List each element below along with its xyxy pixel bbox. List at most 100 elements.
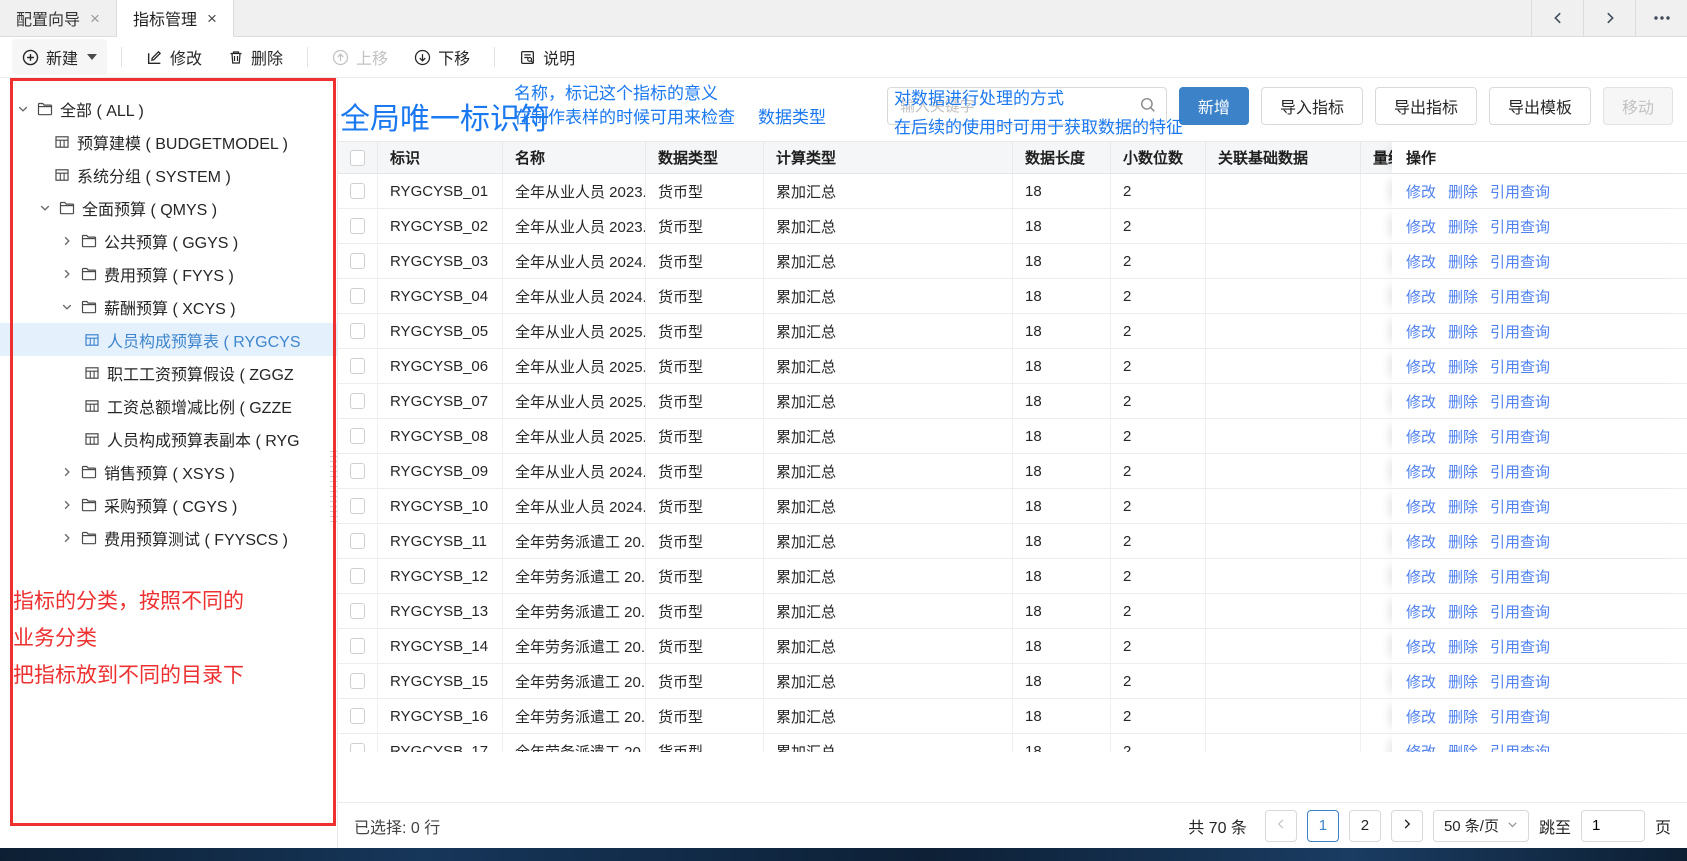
- row-checkbox[interactable]: [350, 183, 365, 199]
- reference-query-link[interactable]: 引用查询: [1490, 531, 1550, 552]
- row-checkbox[interactable]: [350, 253, 365, 269]
- modify-link[interactable]: 修改: [1406, 531, 1436, 552]
- delete-link[interactable]: 删除: [1448, 251, 1478, 272]
- chevron-down-icon[interactable]: [38, 202, 52, 214]
- modify-link[interactable]: 修改: [1406, 636, 1436, 657]
- chevron-down-icon[interactable]: [60, 301, 74, 313]
- row-checkbox[interactable]: [350, 393, 365, 409]
- modify-link[interactable]: 修改: [1406, 426, 1436, 447]
- reference-query-link[interactable]: 引用查询: [1490, 426, 1550, 447]
- delete-link[interactable]: 删除: [1448, 601, 1478, 622]
- modify-link[interactable]: 修改: [1406, 566, 1436, 587]
- tree-item[interactable]: 预算建模 ( BUDGETMODEL ): [0, 125, 337, 158]
- tab-indicator-management[interactable]: 指标管理 ×: [117, 0, 234, 37]
- delete-link[interactable]: 删除: [1448, 496, 1478, 517]
- tree-item[interactable]: 采购预算 ( CGYS ): [0, 488, 337, 521]
- row-checkbox[interactable]: [350, 568, 365, 584]
- tab-config-wizard[interactable]: 配置向导 ×: [0, 0, 117, 36]
- delete-link[interactable]: 删除: [1448, 321, 1478, 342]
- row-checkbox[interactable]: [350, 603, 365, 619]
- chevron-right-icon[interactable]: [60, 532, 74, 544]
- jump-page-input[interactable]: [1581, 810, 1645, 842]
- delete-link[interactable]: 删除: [1448, 426, 1478, 447]
- tree-item[interactable]: 系统分组 ( SYSTEM ): [0, 158, 337, 191]
- tab-scroll-left-button[interactable]: [1531, 0, 1583, 36]
- delete-link[interactable]: 删除: [1448, 636, 1478, 657]
- row-checkbox[interactable]: [350, 743, 365, 752]
- tree-item[interactable]: 人员构成预算表 ( RYGCYS: [0, 323, 337, 356]
- row-checkbox[interactable]: [350, 323, 365, 339]
- tree-item[interactable]: 工资总额增减比例 ( GZZE: [0, 389, 337, 422]
- modify-link[interactable]: 修改: [1406, 461, 1436, 482]
- modify-link[interactable]: 修改: [1406, 321, 1436, 342]
- chevron-right-icon[interactable]: [60, 268, 74, 280]
- tree-item[interactable]: 销售预算 ( XSYS ): [0, 455, 337, 488]
- row-checkbox[interactable]: [350, 673, 365, 689]
- delete-link[interactable]: 删除: [1448, 286, 1478, 307]
- modify-button[interactable]: 修改: [136, 39, 212, 75]
- modify-link[interactable]: 修改: [1406, 356, 1436, 377]
- modify-link[interactable]: 修改: [1406, 706, 1436, 727]
- move-button[interactable]: 移动: [1603, 87, 1673, 125]
- reference-query-link[interactable]: 引用查询: [1490, 356, 1550, 377]
- select-all-checkbox[interactable]: [350, 150, 365, 166]
- move-up-button[interactable]: 上移: [322, 39, 398, 75]
- row-checkbox[interactable]: [350, 288, 365, 304]
- delete-link[interactable]: 删除: [1448, 566, 1478, 587]
- delete-link[interactable]: 删除: [1448, 461, 1478, 482]
- search-input[interactable]: [887, 87, 1167, 125]
- modify-link[interactable]: 修改: [1406, 286, 1436, 307]
- tree-item[interactable]: 薪酬预算 ( XCYS ): [0, 290, 337, 323]
- next-page-button[interactable]: [1391, 810, 1423, 842]
- page-button-2[interactable]: 2: [1349, 810, 1381, 842]
- modify-link[interactable]: 修改: [1406, 216, 1436, 237]
- close-icon[interactable]: ×: [90, 10, 100, 27]
- modify-link[interactable]: 修改: [1406, 496, 1436, 517]
- tree-item[interactable]: 全部 ( ALL ): [0, 92, 337, 125]
- import-indicator-button[interactable]: 导入指标: [1261, 87, 1363, 125]
- tree-item[interactable]: 职工工资预算假设 ( ZGGZ: [0, 356, 337, 389]
- row-checkbox[interactable]: [350, 358, 365, 374]
- delete-link[interactable]: 删除: [1448, 741, 1478, 753]
- page-button-1[interactable]: 1: [1307, 810, 1339, 842]
- prev-page-button[interactable]: [1265, 810, 1297, 842]
- add-button[interactable]: 新增: [1179, 87, 1249, 125]
- row-checkbox[interactable]: [350, 428, 365, 444]
- chevron-right-icon[interactable]: [60, 499, 74, 511]
- close-icon[interactable]: ×: [207, 10, 217, 27]
- tab-scroll-right-button[interactable]: [1583, 0, 1635, 36]
- reference-query-link[interactable]: 引用查询: [1490, 216, 1550, 237]
- reference-query-link[interactable]: 引用查询: [1490, 461, 1550, 482]
- reference-query-link[interactable]: 引用查询: [1490, 251, 1550, 272]
- delete-link[interactable]: 删除: [1448, 671, 1478, 692]
- modify-link[interactable]: 修改: [1406, 741, 1436, 753]
- tree-item[interactable]: 公共预算 ( GGYS ): [0, 224, 337, 257]
- new-button[interactable]: 新建: [12, 39, 107, 75]
- tree-item[interactable]: 费用预算 ( FYYS ): [0, 257, 337, 290]
- tree-item[interactable]: 费用预算测试 ( FYYSCS ): [0, 521, 337, 554]
- reference-query-link[interactable]: 引用查询: [1490, 391, 1550, 412]
- row-checkbox[interactable]: [350, 463, 365, 479]
- export-indicator-button[interactable]: 导出指标: [1375, 87, 1477, 125]
- reference-query-link[interactable]: 引用查询: [1490, 636, 1550, 657]
- export-template-button[interactable]: 导出模板: [1489, 87, 1591, 125]
- reference-query-link[interactable]: 引用查询: [1490, 741, 1550, 753]
- chevron-right-icon[interactable]: [60, 235, 74, 247]
- row-checkbox[interactable]: [350, 533, 365, 549]
- reference-query-link[interactable]: 引用查询: [1490, 671, 1550, 692]
- delete-button[interactable]: 删除: [218, 39, 293, 75]
- tab-more-button[interactable]: [1635, 0, 1687, 36]
- delete-link[interactable]: 删除: [1448, 531, 1478, 552]
- tree-item[interactable]: 人员构成预算表副本 ( RYG: [0, 422, 337, 455]
- reference-query-link[interactable]: 引用查询: [1490, 321, 1550, 342]
- delete-link[interactable]: 删除: [1448, 216, 1478, 237]
- chevron-right-icon[interactable]: [60, 466, 74, 478]
- modify-link[interactable]: 修改: [1406, 391, 1436, 412]
- delete-link[interactable]: 删除: [1448, 356, 1478, 377]
- modify-link[interactable]: 修改: [1406, 251, 1436, 272]
- tree-item[interactable]: 全面预算 ( QMYS ): [0, 191, 337, 224]
- delete-link[interactable]: 删除: [1448, 391, 1478, 412]
- row-checkbox[interactable]: [350, 498, 365, 514]
- reference-query-link[interactable]: 引用查询: [1490, 706, 1550, 727]
- modify-link[interactable]: 修改: [1406, 181, 1436, 202]
